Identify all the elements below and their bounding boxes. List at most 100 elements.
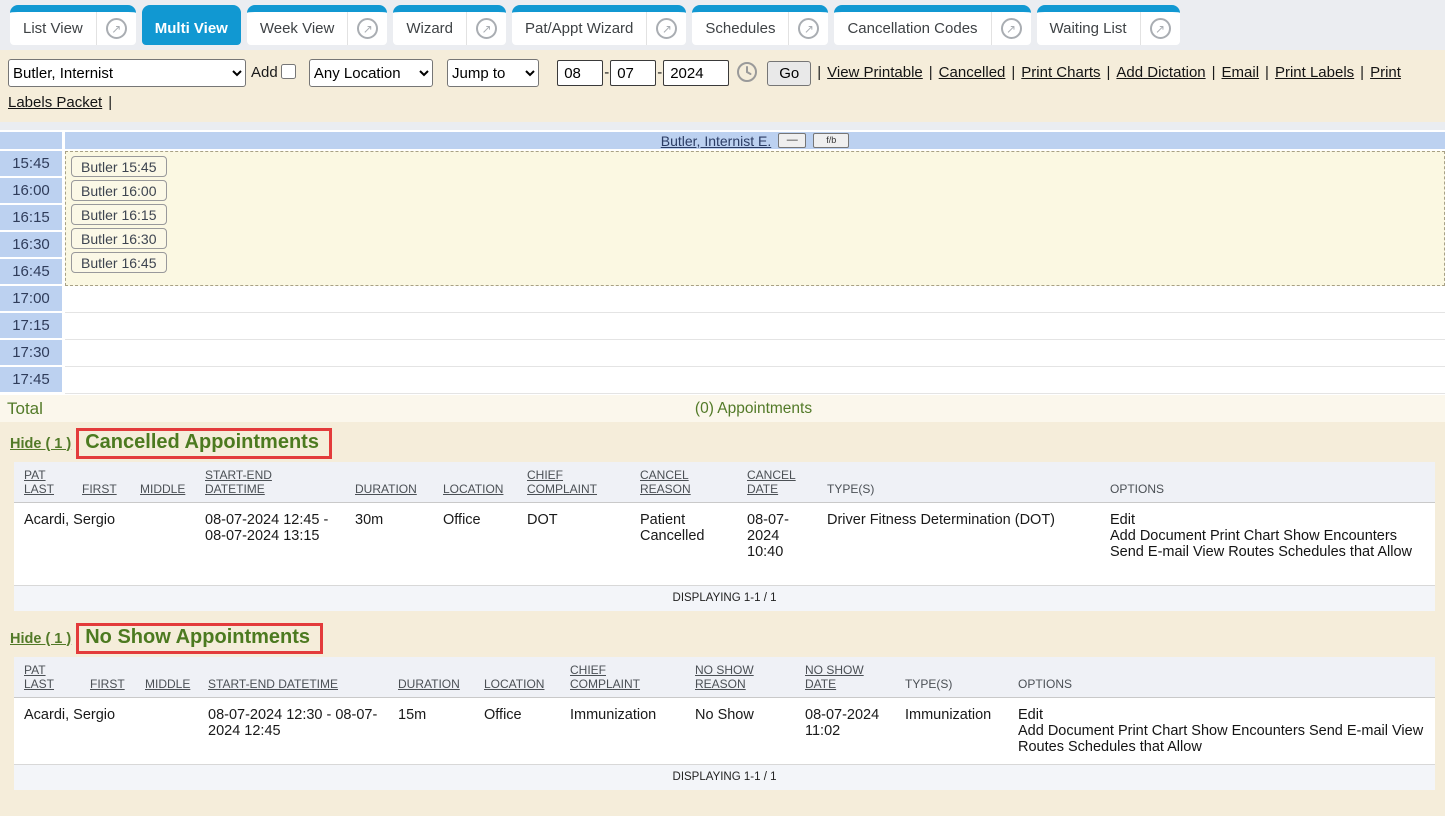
time-label: 16:45 — [0, 259, 62, 284]
patient-name: Acardi, Sergio — [14, 698, 90, 765]
col-middle[interactable]: MIDDLE — [140, 462, 205, 503]
tab-pat-appt-wizard[interactable]: Pat/Appt Wizard ↗ — [512, 5, 686, 45]
option-link[interactable]: Send E-mail — [1110, 544, 1189, 560]
provider-select[interactable]: Butler, Internist — [8, 59, 246, 87]
jump-to-select[interactable]: Jump to — [447, 59, 539, 87]
location-select[interactable]: Any Location — [309, 59, 433, 87]
popout-icon[interactable]: ↗ — [467, 18, 506, 39]
option-link[interactable]: View Routes — [1193, 544, 1274, 560]
col-duration[interactable]: DURATION — [398, 657, 484, 698]
slot-button[interactable]: Butler 16:15 — [71, 204, 167, 225]
col-cancel-date[interactable]: CANCEL DATE — [747, 462, 827, 503]
date-month-field[interactable] — [557, 60, 603, 86]
col-cancel-reason[interactable]: CANCEL REASON — [640, 462, 747, 503]
option-link[interactable]: Schedules that Allow — [1278, 544, 1412, 560]
col-pat-last[interactable]: PAT LAST — [14, 462, 82, 503]
option-link[interactable]: Add Document — [1110, 528, 1206, 544]
closed-slot-row — [65, 340, 1445, 367]
slot-button[interactable]: Butler 16:00 — [71, 180, 167, 201]
popout-icon[interactable]: ↗ — [992, 18, 1031, 39]
print-charts-link[interactable]: Print Charts — [1021, 64, 1100, 81]
appt-options: Edit Add Document Print Chart Show Encou… — [1110, 503, 1435, 586]
time-label: 17:45 — [0, 367, 62, 392]
minimize-column-button[interactable]: — — [778, 133, 806, 148]
col-first[interactable]: FIRST — [90, 657, 145, 698]
col-noshow-date[interactable]: NO SHOW DATE — [805, 657, 905, 698]
go-button[interactable]: Go — [767, 61, 811, 86]
email-link[interactable]: Email — [1222, 64, 1260, 81]
slot-button[interactable]: Butler 16:45 — [71, 252, 167, 273]
view-tabbar: List View ↗ Multi View Week View ↗ Wizar… — [0, 0, 1445, 50]
col-chief-complaint[interactable]: CHIEF COMPLAINT — [527, 462, 640, 503]
col-datetime[interactable]: START-END DATETIME — [205, 462, 355, 503]
popout-icon[interactable]: ↗ — [647, 18, 686, 39]
option-link[interactable]: Show Encounters — [1191, 723, 1305, 739]
add-dictation-link[interactable]: Add Dictation — [1116, 64, 1205, 81]
cancelled-section-title: Cancelled Appointments — [76, 428, 332, 459]
col-types: TYPE(S) — [827, 462, 1110, 503]
col-chief-complaint[interactable]: CHIEF COMPLAINT — [570, 657, 695, 698]
fb-toggle-button[interactable]: f/b — [813, 133, 849, 148]
print-labels-link[interactable]: Print Labels — [1275, 64, 1354, 81]
col-noshow-reason[interactable]: NO SHOW REASON — [695, 657, 805, 698]
toolbar: Butler, Internist Add Any Location Jump … — [0, 50, 1445, 122]
col-location[interactable]: LOCATION — [484, 657, 570, 698]
cancelled-section-bar: Hide ( 1 ) Cancelled Appointments — [0, 422, 1445, 462]
slot-button[interactable]: Butler 16:30 — [71, 228, 167, 249]
option-link[interactable]: Schedules that Allow — [1068, 739, 1202, 755]
option-edit-link[interactable]: Edit — [1018, 707, 1043, 723]
view-printable-link[interactable]: View Printable — [827, 64, 923, 81]
appt-duration: 30m — [355, 503, 443, 586]
date-day-field[interactable] — [610, 60, 656, 86]
tab-wizard[interactable]: Wizard ↗ — [393, 5, 506, 45]
popout-icon[interactable]: ↗ — [348, 18, 387, 39]
noshow-hide-link[interactable]: Hide ( 1 ) — [10, 631, 71, 647]
tab-cancellation-codes[interactable]: Cancellation Codes ↗ — [834, 5, 1030, 45]
appt-chief-complaint: DOT — [527, 503, 640, 586]
date-year-field[interactable] — [663, 60, 729, 86]
col-datetime[interactable]: START-END DATETIME — [208, 657, 398, 698]
col-options: OPTIONS — [1110, 462, 1435, 503]
col-location[interactable]: LOCATION — [443, 462, 527, 503]
noshow-section-title: No Show Appointments — [76, 623, 323, 654]
col-duration[interactable]: DURATION — [355, 462, 443, 503]
tab-week-view[interactable]: Week View ↗ — [247, 5, 387, 45]
option-links: Add Document Print Chart Show Encounters… — [1110, 528, 1412, 560]
slot-button[interactable]: Butler 15:45 — [71, 156, 167, 177]
noshow-appointment-row: Acardi, Sergio 08-07-2024 12:30 - 08-07-… — [14, 698, 1435, 765]
popout-icon[interactable]: ↗ — [789, 18, 828, 39]
appt-location: Office — [443, 503, 527, 586]
tab-schedules[interactable]: Schedules ↗ — [692, 5, 828, 45]
option-link[interactable]: Show Encounters — [1283, 528, 1397, 544]
col-pat-last[interactable]: PAT LAST — [14, 657, 90, 698]
noshow-date: 08-07-2024 11:02 — [805, 698, 905, 765]
appointments-total: (0) Appointments — [62, 400, 1445, 418]
col-middle[interactable]: MIDDLE — [145, 657, 208, 698]
tab-waiting-list[interactable]: Waiting List ↗ — [1037, 5, 1180, 45]
time-label: 16:15 — [0, 205, 62, 230]
tab-list-view[interactable]: List View ↗ — [10, 5, 136, 45]
open-hours-area: Butler 15:45 Butler 16:00 Butler 16:15 B… — [65, 151, 1445, 286]
add-label: Add — [251, 64, 278, 81]
add-checkbox[interactable] — [281, 64, 296, 79]
col-first[interactable]: FIRST — [82, 462, 140, 503]
provider-column-header: Butler, Internist E. — f/b — [65, 132, 1445, 149]
option-edit-link[interactable]: Edit — [1110, 512, 1135, 528]
cancelled-link[interactable]: Cancelled — [939, 64, 1006, 81]
closed-slot-row — [65, 313, 1445, 340]
option-link[interactable]: Print Chart — [1210, 528, 1279, 544]
grid-top-strip — [0, 122, 1445, 130]
tab-multi-view[interactable]: Multi View — [142, 5, 241, 45]
provider-header-link[interactable]: Butler, Internist E. — [661, 133, 772, 149]
col-types: TYPE(S) — [905, 657, 1018, 698]
time-label: 17:15 — [0, 313, 62, 338]
appt-types: Driver Fitness Determination (DOT) — [827, 503, 1110, 586]
popout-icon[interactable]: ↗ — [97, 18, 136, 39]
option-link[interactable]: Print Chart — [1118, 723, 1187, 739]
appt-types: Immunization — [905, 698, 1018, 765]
cancelled-hide-link[interactable]: Hide ( 1 ) — [10, 436, 71, 452]
option-link[interactable]: Add Document — [1018, 723, 1114, 739]
calendar-clock-icon[interactable] — [736, 61, 758, 86]
option-link[interactable]: Send E-mail — [1309, 723, 1388, 739]
popout-icon[interactable]: ↗ — [1141, 18, 1180, 39]
